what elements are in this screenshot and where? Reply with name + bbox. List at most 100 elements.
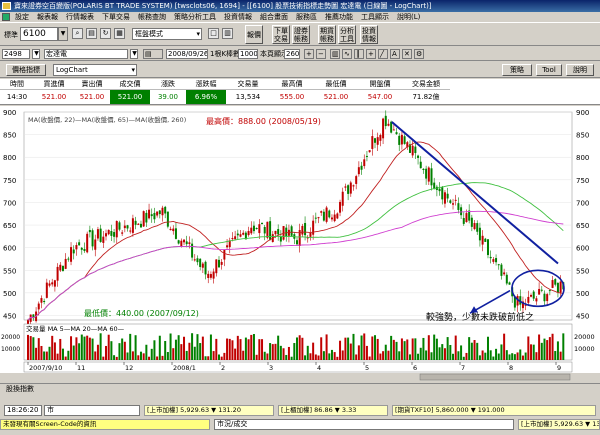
volume-bar <box>530 344 533 360</box>
grid-icon[interactable]: ▦ <box>114 28 125 39</box>
menu-layout[interactable]: 組合畫面 <box>256 12 292 23</box>
candle-body <box>78 242 81 246</box>
menu-reports[interactable]: 報表報 <box>33 12 62 23</box>
period-icon[interactable]: ▤ <box>143 49 163 59</box>
symbol-name-field[interactable]: 宏達電 <box>44 49 128 59</box>
symbol-code-field[interactable]: 2498 <box>2 49 30 59</box>
window-icon[interactable]: □ <box>208 28 219 39</box>
market-select[interactable]: 市 <box>44 405 140 416</box>
strategy-button[interactable]: 策略 <box>502 64 532 76</box>
candle-body <box>236 233 239 236</box>
price-tick-left: 450 <box>3 312 16 320</box>
menu-quotes[interactable]: 行情報表 <box>62 12 98 23</box>
zoom-out-icon[interactable]: − <box>316 49 326 59</box>
draw-line-icon[interactable]: ╱ <box>378 49 388 59</box>
chevron-down-icon[interactable]: ▼ <box>130 49 138 59</box>
candle-body <box>247 230 250 236</box>
futures-ticker: [期貨TXF10] 5,860.000 ▼ 191.000 <box>392 405 596 416</box>
volume-bar <box>177 335 180 360</box>
menu-account[interactable]: 帳務查詢 <box>134 12 170 23</box>
candle-body <box>142 211 145 227</box>
kline-count-input[interactable]: 1000 <box>238 49 258 59</box>
volume-bar <box>454 335 457 360</box>
line-chart-icon[interactable]: ∿ <box>342 49 352 59</box>
futures-account-button[interactable]: 期貨 帳務 <box>318 25 336 44</box>
volume-bar <box>134 335 137 360</box>
menu-recommend[interactable]: 推薦功能 <box>321 12 357 23</box>
candle-body <box>59 264 62 271</box>
candle-body <box>374 138 377 143</box>
investment-news-button[interactable]: 投資 情報 <box>360 25 378 44</box>
volume-bar <box>37 338 40 360</box>
volume-bar <box>35 347 38 360</box>
analysis-tools-button[interactable]: 分析 工具 <box>338 25 356 44</box>
menu-strategy[interactable]: 策略分析工具 <box>170 12 220 23</box>
tool-button[interactable]: Tool <box>536 64 562 76</box>
chevron-down-icon[interactable]: ▼ <box>58 27 68 41</box>
menu-tools[interactable]: 工具顯示 <box>357 12 393 23</box>
app-menu-icon[interactable] <box>2 13 10 21</box>
volume-bar <box>511 353 514 360</box>
menu-settings[interactable]: 設定 <box>11 12 33 23</box>
eraser-icon[interactable]: ✕ <box>402 49 412 59</box>
print-icon[interactable]: ▤ <box>86 28 97 39</box>
volume-bar <box>193 346 196 360</box>
menu-orders[interactable]: 下單交易 <box>98 12 134 23</box>
quote-button[interactable]: 報價 <box>245 25 263 44</box>
crosshair-icon[interactable]: + <box>366 49 376 59</box>
candle-body <box>548 290 551 292</box>
candle-body <box>476 223 479 232</box>
order-button[interactable]: 下單 交易 <box>272 25 290 44</box>
volume-bar <box>379 353 382 360</box>
volume-bar <box>67 350 70 360</box>
candle-body <box>188 242 191 244</box>
price-tick-right: 800 <box>576 154 589 162</box>
volume-bar <box>78 343 81 360</box>
stock-chart[interactable]: 900 900 850 850 800 800 750 750 700 700 650 650 600 6… <box>0 106 600 381</box>
menu-help[interactable]: 說明(L) <box>393 12 424 23</box>
status-tab[interactable]: 股換指數 <box>0 383 600 393</box>
chart-type-select[interactable]: LogChart <box>53 64 137 76</box>
date-field[interactable]: 2008/09/26 <box>166 49 208 59</box>
price-tick-left: 800 <box>3 154 16 162</box>
stock-code-input[interactable]: 6100 <box>20 27 58 41</box>
date-tick-label: 11 <box>77 364 85 372</box>
candle-body <box>470 217 473 227</box>
volume-bar <box>255 354 258 360</box>
chevron-down-icon[interactable]: ▼ <box>32 49 40 59</box>
candle-body <box>344 186 347 188</box>
chart-canvas[interactable]: 900 900 850 850 800 800 750 750 700 700 650 650 600 6… <box>0 106 600 381</box>
menu-news[interactable]: 投資情報 <box>220 12 256 23</box>
candle-body <box>86 233 89 253</box>
volume-bar <box>433 334 436 360</box>
split-icon[interactable]: ▥ <box>222 28 233 39</box>
candle-body <box>379 134 382 141</box>
refresh-icon[interactable]: ↻ <box>100 28 111 39</box>
price-indicator-button[interactable]: 價格指標 <box>6 64 46 76</box>
volume-bar <box>355 354 358 360</box>
candle-body <box>61 265 64 271</box>
candle-icon[interactable]: ┃ <box>354 49 364 59</box>
search-icon[interactable]: ⌕ <box>72 28 83 39</box>
text-icon[interactable]: A <box>390 49 400 59</box>
volume-bar <box>88 337 91 360</box>
volume-bar <box>59 338 62 360</box>
candle-body <box>497 264 500 266</box>
volume-bar <box>296 337 298 360</box>
settings-icon[interactable]: ⚙ <box>414 49 424 59</box>
volume-bar <box>45 351 48 360</box>
volume-bar <box>484 352 487 360</box>
volume-bar <box>304 355 307 360</box>
layout-mode-select[interactable]: 框盤模式 <box>132 28 202 40</box>
volume-bar <box>29 336 32 360</box>
volume-bar <box>32 337 35 360</box>
price-tick-right: 900 <box>576 109 589 117</box>
help-button[interactable]: 說明 <box>566 64 594 76</box>
candle-body <box>129 230 132 232</box>
zoom-in-icon[interactable]: + <box>304 49 314 59</box>
securities-account-button[interactable]: 證券 帳務 <box>292 25 310 44</box>
bar-chart-icon[interactable]: ▥ <box>330 49 340 59</box>
menu-service[interactable]: 服務區 <box>292 12 321 23</box>
display-count-input[interactable]: 260 <box>284 49 300 59</box>
volume-bar <box>231 340 234 360</box>
